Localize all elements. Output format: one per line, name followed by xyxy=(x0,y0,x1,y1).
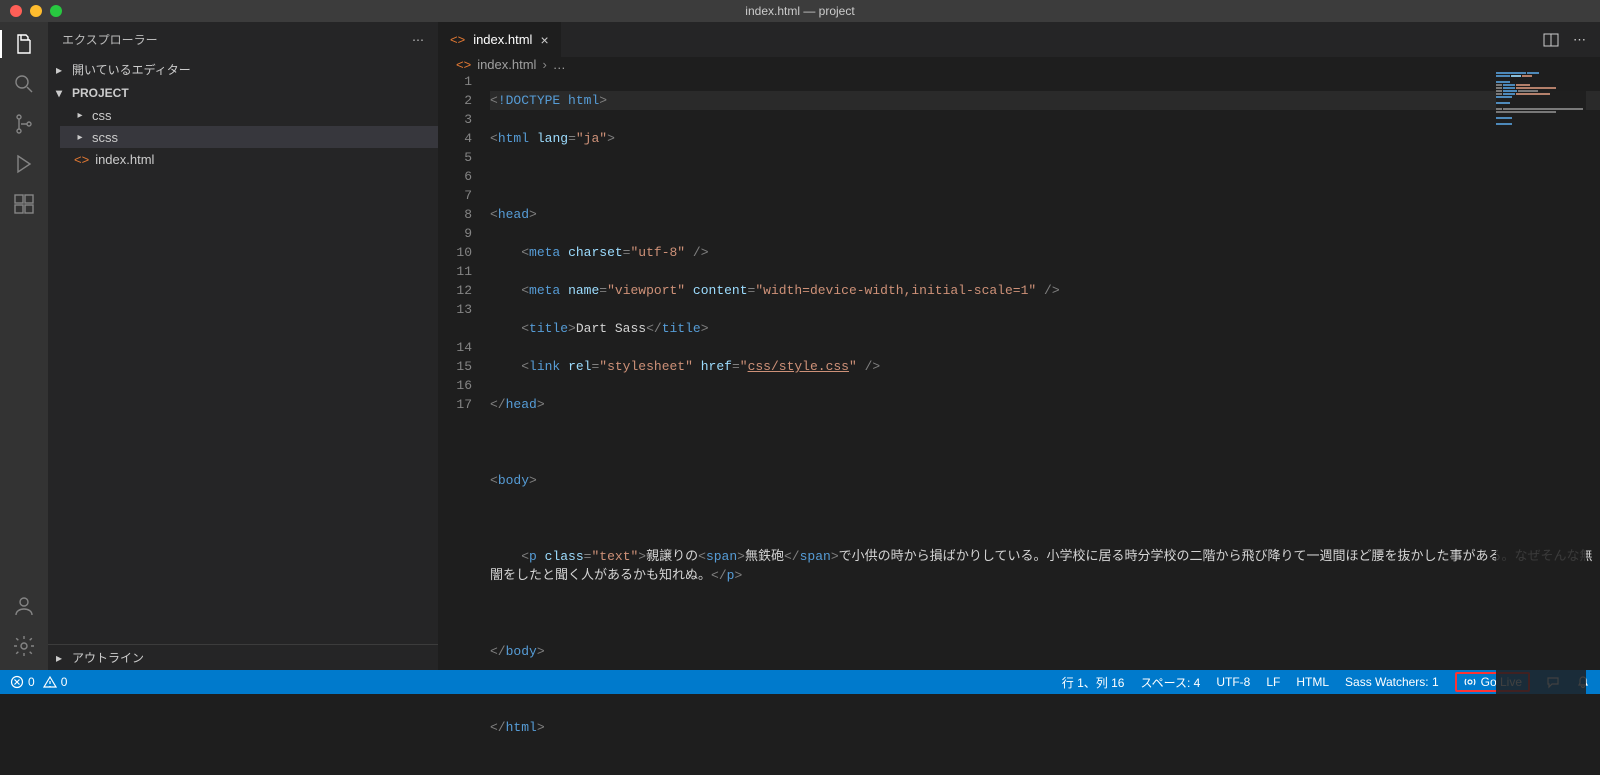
project-section[interactable]: PROJECT xyxy=(48,82,438,104)
breadcrumb-more: … xyxy=(553,57,566,72)
tab-bar: <> index.html × ⋯ xyxy=(438,22,1600,57)
close-tab-icon[interactable]: × xyxy=(540,32,548,48)
code-editor[interactable]: 12345678910111213 14151617 <!DOCTYPE htm… xyxy=(438,72,1600,775)
breadcrumb-file: index.html xyxy=(477,57,536,72)
tab-label: index.html xyxy=(473,32,532,47)
minimize-window-button[interactable] xyxy=(30,5,42,17)
folder-scss[interactable]: ▸ scss xyxy=(60,126,438,148)
search-icon[interactable] xyxy=(10,70,38,98)
chevron-right-icon: ▸ xyxy=(74,132,86,143)
settings-gear-icon[interactable] xyxy=(10,632,38,660)
error-count: 0 xyxy=(28,675,35,689)
activity-bar xyxy=(0,22,48,670)
chevron-right-icon: › xyxy=(542,57,546,72)
folder-css[interactable]: ▸ css xyxy=(60,104,438,126)
chevron-right-icon: ▸ xyxy=(74,110,86,121)
tab-index-html[interactable]: <> index.html × xyxy=(438,22,561,57)
close-window-button[interactable] xyxy=(10,5,22,17)
open-editors-section[interactable]: 開いているエディター xyxy=(48,57,438,82)
extensions-icon[interactable] xyxy=(10,190,38,218)
chevron-right-icon xyxy=(56,651,68,665)
folder-label: scss xyxy=(92,130,118,145)
outline-label: アウトライン xyxy=(72,649,144,666)
editor-area: <> index.html × ⋯ <> index.html › … 1234… xyxy=(438,22,1600,670)
maximize-window-button[interactable] xyxy=(50,5,62,17)
outline-section[interactable]: アウトライン xyxy=(48,644,438,670)
titlebar: index.html — project xyxy=(0,0,1600,22)
folder-label: css xyxy=(92,108,112,123)
chevron-down-icon xyxy=(56,86,68,100)
line-gutter: 12345678910111213 14151617 xyxy=(438,72,490,775)
html-file-icon: <> xyxy=(450,32,465,47)
file-index-html[interactable]: <> index.html xyxy=(60,148,438,170)
source-control-icon[interactable] xyxy=(10,110,38,138)
warning-count: 0 xyxy=(61,675,68,689)
window-title: index.html — project xyxy=(745,4,854,18)
window-controls xyxy=(0,5,62,17)
split-editor-icon[interactable] xyxy=(1543,32,1559,48)
run-debug-icon[interactable] xyxy=(10,150,38,178)
explorer-icon[interactable] xyxy=(0,30,48,58)
breadcrumb[interactable]: <> index.html › … xyxy=(438,57,1600,72)
editor-more-icon[interactable]: ⋯ xyxy=(1573,32,1586,48)
file-tree: ▸ css ▸ scss <> index.html xyxy=(48,104,438,170)
project-label: PROJECT xyxy=(72,86,129,100)
sidebar-header: エクスプローラー ⋯ xyxy=(48,22,438,57)
file-label: index.html xyxy=(95,152,154,167)
code-content[interactable]: <!DOCTYPE html> <html lang="ja"> <head> … xyxy=(490,72,1600,775)
chevron-right-icon xyxy=(56,63,68,77)
html-file-icon: <> xyxy=(74,152,89,167)
html-file-icon: <> xyxy=(456,57,471,72)
account-icon[interactable] xyxy=(10,592,38,620)
sidebar: エクスプローラー ⋯ 開いているエディター PROJECT ▸ css ▸ sc… xyxy=(48,22,438,670)
open-editors-label: 開いているエディター xyxy=(72,61,191,78)
status-warnings[interactable]: 0 xyxy=(43,675,68,689)
sidebar-more-icon[interactable]: ⋯ xyxy=(412,33,424,47)
sidebar-title: エクスプローラー xyxy=(62,31,158,48)
minimap[interactable] xyxy=(1496,72,1586,775)
status-errors[interactable]: 0 xyxy=(10,675,35,689)
